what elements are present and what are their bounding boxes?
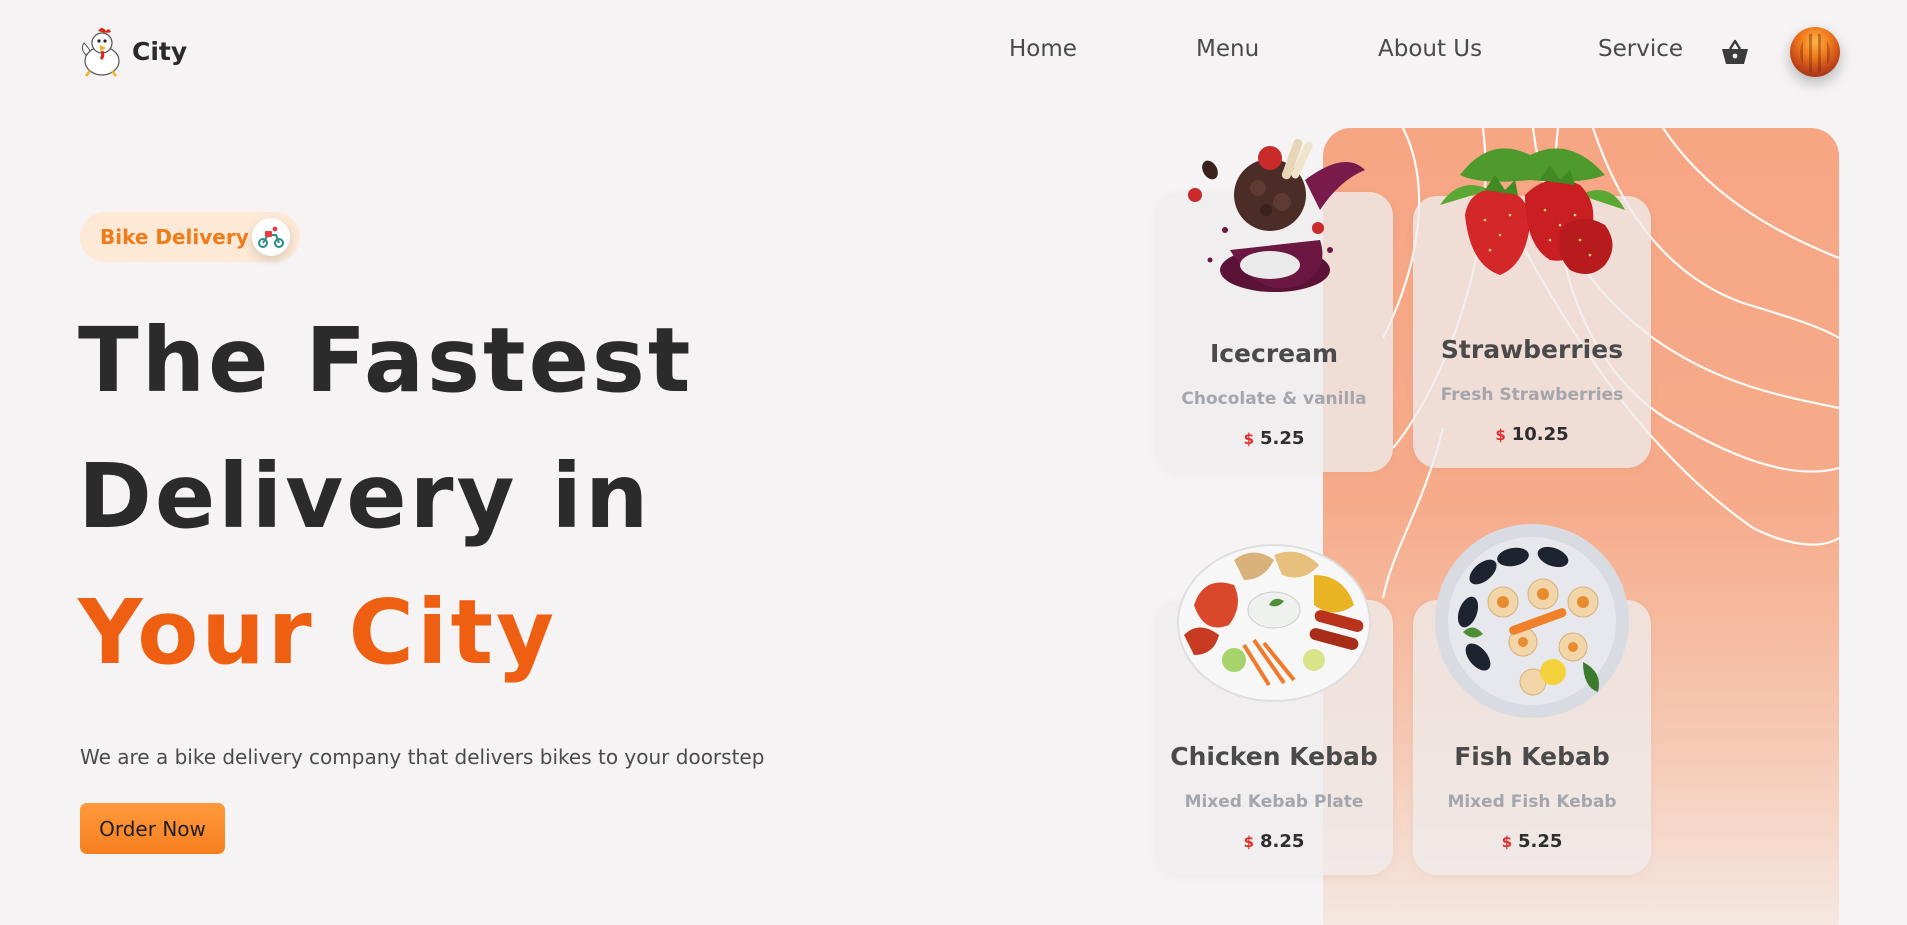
badge-label: Bike Delivery [100, 225, 249, 249]
item-name: Icecream [1209, 339, 1339, 368]
currency-symbol: $ [1495, 426, 1506, 444]
nav-home[interactable]: Home [1009, 36, 1077, 62]
currency-symbol: $ [1243, 430, 1254, 448]
hero-title-line-2: Delivery in [78, 444, 652, 548]
item-price: $5.25 [1155, 428, 1393, 449]
item-name: Chicken Kebab [1170, 742, 1378, 771]
currency-symbol: $ [1501, 833, 1512, 851]
item-desc: Chocolate & vanilla [1181, 389, 1367, 409]
item-price: $8.25 [1155, 831, 1393, 852]
order-now-button[interactable]: Order Now [80, 803, 225, 854]
hero-subtitle: We are a bike delivery company that deli… [80, 745, 765, 769]
icecream-image [1188, 138, 1365, 292]
hero-title-line-3: Your City [78, 580, 558, 684]
chicken-kebab-image [1177, 544, 1371, 702]
user-avatar[interactable] [1790, 27, 1840, 77]
page: City Home Menu About Us Service Bike Del… [0, 0, 1907, 925]
nav-menu[interactable]: Menu [1196, 36, 1259, 62]
delivery-scooter-icon [252, 218, 290, 256]
item-price: $10.25 [1413, 424, 1651, 445]
bike-delivery-badge: Bike Delivery [80, 212, 300, 262]
item-price: $5.25 [1413, 831, 1651, 852]
hero-title-line-1: The Fastest [78, 308, 694, 412]
item-desc: Mixed Kebab Plate [1184, 792, 1364, 812]
nav-about-us[interactable]: About Us [1378, 36, 1482, 62]
item-name: Fish Kebab [1454, 742, 1610, 771]
price-value: 10.25 [1511, 424, 1569, 445]
header: City Home Menu About Us Service [0, 0, 1907, 104]
strawberries-image [1440, 148, 1625, 275]
nav-service[interactable]: Service [1598, 36, 1683, 62]
price-value: 5.25 [1260, 428, 1305, 449]
main-nav: Home Menu About Us Service [0, 36, 1907, 70]
price-value: 5.25 [1518, 831, 1563, 852]
item-desc: Mixed Fish Kebab [1447, 792, 1617, 812]
fish-kebab-image [1435, 524, 1629, 718]
currency-symbol: $ [1243, 833, 1254, 851]
basket-icon[interactable] [1720, 38, 1750, 66]
item-desc: Fresh Strawberries [1440, 385, 1624, 405]
price-value: 8.25 [1260, 831, 1305, 852]
item-name: Strawberries [1440, 335, 1624, 364]
